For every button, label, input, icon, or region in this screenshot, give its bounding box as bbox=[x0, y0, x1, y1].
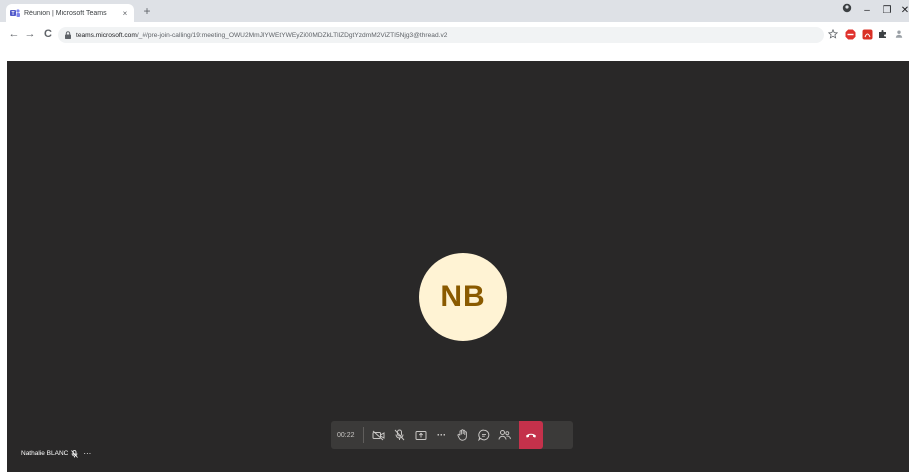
svg-text:T: T bbox=[11, 11, 14, 17]
reload-button[interactable]: C bbox=[40, 26, 56, 42]
participant-label: Nathalie BLANC ··· bbox=[21, 449, 91, 458]
back-button[interactable]: ← bbox=[6, 26, 22, 42]
adblock-extension-icon[interactable] bbox=[843, 27, 857, 41]
address-bar[interactable]: teams.microsoft.com/_#/pre-join-calling/… bbox=[58, 27, 824, 43]
control-divider bbox=[363, 427, 364, 443]
participants-icon bbox=[498, 430, 511, 440]
share-screen-icon bbox=[415, 430, 426, 440]
call-control-bar: 00:22 ··· bbox=[331, 421, 573, 449]
camera-off-icon bbox=[372, 430, 385, 440]
avatar-initials: NB bbox=[440, 280, 486, 313]
raise-hand-icon bbox=[457, 429, 467, 441]
profile-icon[interactable] bbox=[839, 3, 855, 19]
tab-close-icon[interactable]: × bbox=[120, 9, 130, 18]
pdf-extension-icon[interactable] bbox=[860, 27, 874, 41]
chat-button[interactable] bbox=[473, 421, 494, 449]
camera-toggle-button[interactable] bbox=[368, 421, 389, 449]
participant-avatar: NB bbox=[419, 253, 507, 341]
mic-toggle-button[interactable] bbox=[389, 421, 410, 449]
new-tab-button[interactable]: + bbox=[140, 4, 154, 18]
bookmark-star-icon[interactable] bbox=[826, 27, 840, 41]
chat-icon bbox=[477, 429, 489, 441]
url-host: teams.microsoft.com bbox=[76, 31, 137, 39]
browser-toolbar: ← → C teams.microsoft.com/_#/pre-join-ca… bbox=[0, 22, 909, 60]
browser-tab[interactable]: T Réunion | Microsoft Teams × bbox=[6, 4, 134, 22]
url-path: /_#/pre-join-calling/19:meeting_OWU2MmJl… bbox=[136, 31, 448, 39]
share-screen-button[interactable] bbox=[410, 421, 431, 449]
more-actions-button[interactable]: ··· bbox=[431, 421, 452, 449]
hang-up-icon bbox=[526, 433, 536, 438]
hang-up-button[interactable] bbox=[519, 421, 543, 449]
close-window-button[interactable]: ✕ bbox=[897, 3, 909, 19]
raise-hand-button[interactable] bbox=[452, 421, 473, 449]
lock-icon bbox=[64, 31, 72, 39]
more-icon: ··· bbox=[437, 430, 446, 440]
mic-off-icon bbox=[394, 429, 405, 441]
tab-title: Réunion | Microsoft Teams bbox=[24, 9, 107, 17]
minimize-button[interactable]: – bbox=[859, 3, 875, 19]
call-timer: 00:22 bbox=[337, 431, 355, 439]
profile-avatar-icon[interactable] bbox=[892, 27, 906, 41]
participants-button[interactable] bbox=[494, 421, 515, 449]
browser-tab-strip: T Réunion | Microsoft Teams × + – ❐ ✕ bbox=[0, 0, 909, 22]
meeting-stage: NB 00:22 ··· Nathalie BLANC ··· bbox=[7, 61, 909, 472]
teams-logo-icon: T bbox=[10, 8, 20, 18]
participant-more-button[interactable]: ··· bbox=[83, 449, 91, 458]
restore-button[interactable]: ❐ bbox=[879, 3, 895, 19]
extensions-puzzle-icon[interactable] bbox=[876, 27, 890, 41]
url-text: teams.microsoft.com/_#/pre-join-calling/… bbox=[76, 32, 447, 39]
forward-button[interactable]: → bbox=[22, 26, 38, 42]
mic-off-icon bbox=[71, 449, 79, 458]
participant-name: Nathalie BLANC bbox=[21, 450, 69, 457]
